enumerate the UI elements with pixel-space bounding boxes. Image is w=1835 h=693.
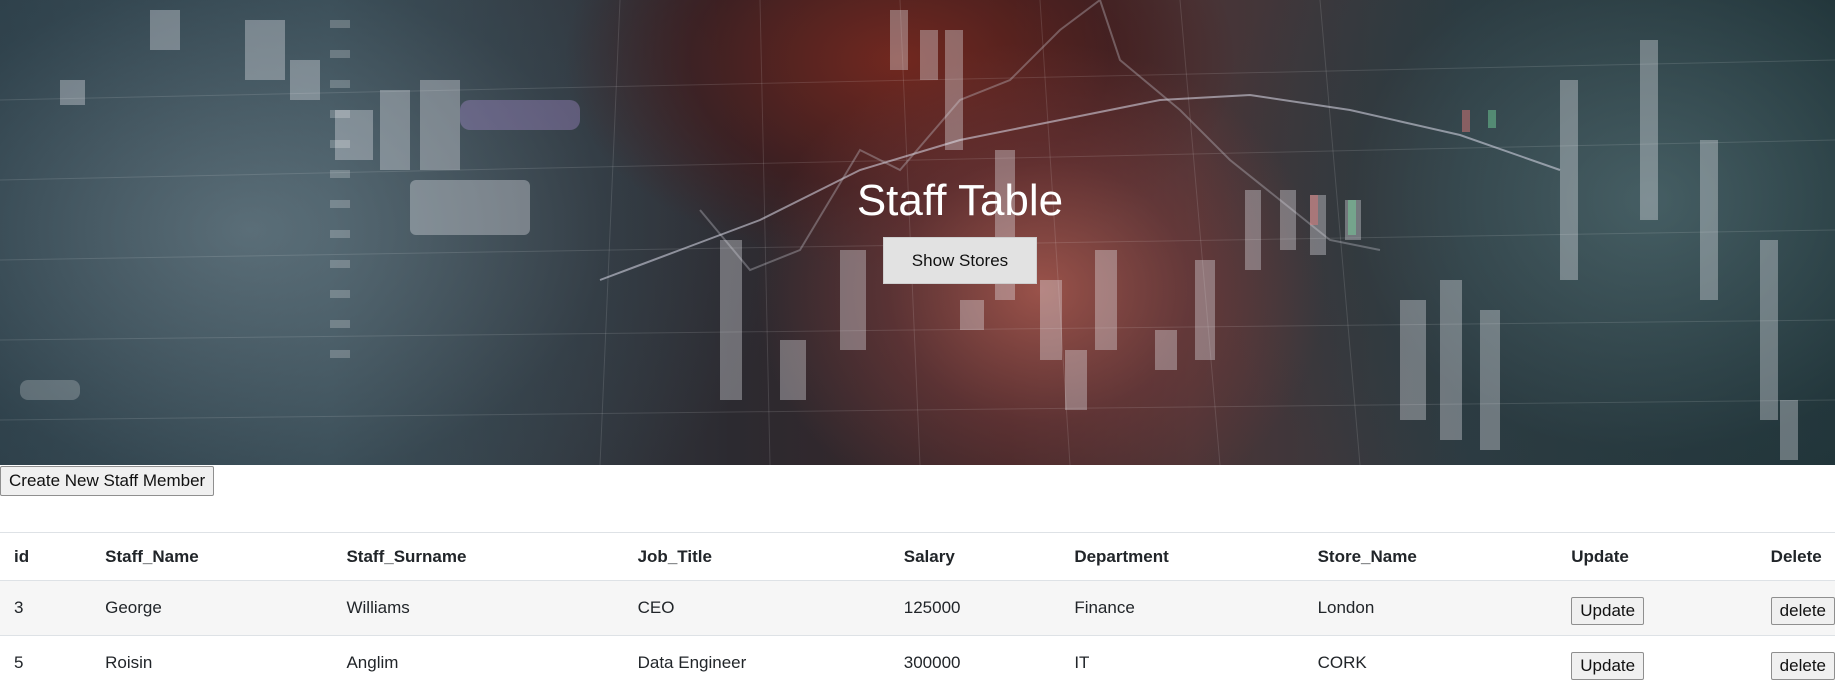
header-job-title: Job_Title bbox=[623, 532, 890, 581]
cell-store-name: CORK bbox=[1303, 635, 1558, 690]
header-store-name: Store_Name bbox=[1303, 532, 1558, 581]
delete-button[interactable]: delete bbox=[1770, 597, 1835, 625]
cell-staff-surname: Williams bbox=[332, 580, 624, 636]
update-button[interactable]: Update bbox=[1571, 597, 1645, 625]
cell-staff-name: Roisin bbox=[91, 635, 333, 690]
header-department: Department bbox=[1060, 532, 1304, 581]
cell-department: Finance bbox=[1060, 580, 1304, 636]
hero-banner: Staff Table Show Stores bbox=[0, 0, 1835, 465]
header-delete: Delete bbox=[1756, 532, 1835, 581]
cell-store-name: London bbox=[1303, 580, 1558, 636]
cell-staff-name: George bbox=[91, 580, 333, 636]
table-header: id Staff_Name Staff_Surname Job_Title Sa… bbox=[0, 532, 1835, 581]
create-staff-button[interactable]: Create New Staff Member bbox=[0, 466, 215, 496]
cell-update: Update bbox=[1557, 580, 1757, 636]
cell-job-title: CEO bbox=[623, 580, 890, 636]
cell-salary: 300000 bbox=[889, 635, 1061, 690]
table-row: 3 George Williams CEO 125000 Finance Lon… bbox=[0, 580, 1835, 636]
update-button[interactable]: Update bbox=[1571, 652, 1645, 680]
header-staff-surname: Staff_Surname bbox=[332, 532, 624, 581]
cell-salary: 125000 bbox=[889, 580, 1061, 636]
table-body: 3 George Williams CEO 125000 Finance Lon… bbox=[0, 580, 1835, 690]
header-id: id bbox=[0, 532, 92, 581]
table-header-row: id Staff_Name Staff_Surname Job_Title Sa… bbox=[0, 532, 1835, 581]
cell-id: 5 bbox=[0, 635, 92, 690]
cell-delete: delete bbox=[1756, 635, 1835, 690]
table-row: 5 Roisin Anglim Data Engineer 300000 IT … bbox=[0, 635, 1835, 690]
header-staff-name: Staff_Name bbox=[91, 532, 333, 581]
cell-id: 3 bbox=[0, 580, 92, 636]
header-update: Update bbox=[1557, 532, 1757, 581]
cell-job-title: Data Engineer bbox=[623, 635, 890, 690]
hero-content: Staff Table Show Stores bbox=[0, 0, 1835, 465]
cell-staff-surname: Anglim bbox=[332, 635, 624, 690]
cell-update: Update bbox=[1557, 635, 1757, 690]
staff-table: id Staff_Name Staff_Surname Job_Title Sa… bbox=[0, 532, 1835, 690]
cell-delete: delete bbox=[1756, 580, 1835, 636]
show-stores-button[interactable]: Show Stores bbox=[883, 237, 1037, 284]
delete-button[interactable]: delete bbox=[1770, 652, 1835, 680]
cell-department: IT bbox=[1060, 635, 1304, 690]
page-title: Staff Table bbox=[856, 176, 1064, 225]
header-salary: Salary bbox=[889, 532, 1061, 581]
